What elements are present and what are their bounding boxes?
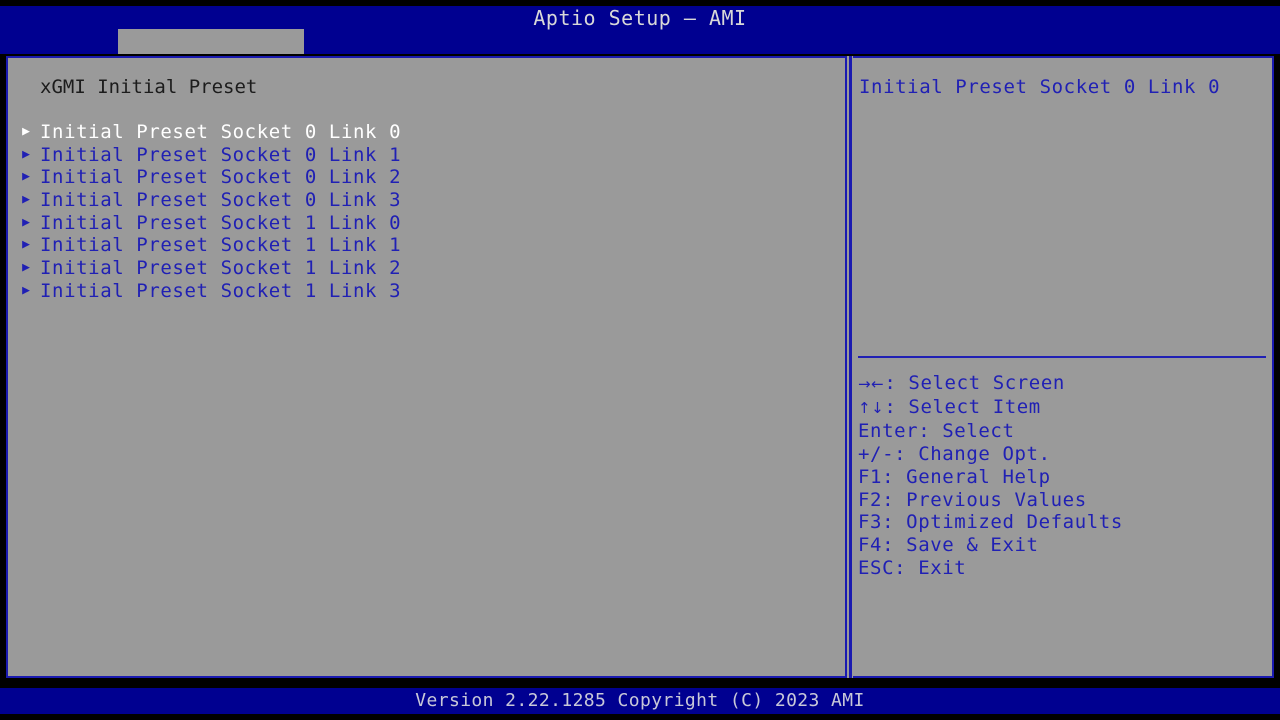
key-legend-list: →←: Select Screen ↑↓: Select Item Enter: S…	[858, 372, 1268, 580]
submenu-arrow-icon: ▶	[22, 169, 30, 185]
menu-item-socket-link[interactable]: ▶ Initial Preset Socket 1 Link 0	[12, 212, 832, 235]
submenu-arrow-icon: ▶	[22, 260, 30, 276]
key-legend-label: : Select Item	[884, 395, 1041, 418]
key-legend-label: Enter: Select	[858, 419, 1015, 442]
key-legend-item: ↑↓: Select Item	[858, 396, 1268, 420]
key-legend-item: F3: Optimized Defaults	[858, 511, 1268, 534]
menu-item-label: Initial Preset Socket 0 Link 1	[40, 143, 402, 166]
key-legend-item: Enter: Select	[858, 420, 1268, 443]
menu-item-socket-link[interactable]: ▶ Initial Preset Socket 0 Link 0	[12, 121, 832, 144]
menu-item-label: Initial Preset Socket 0 Link 2	[40, 166, 402, 189]
key-legend-item: +/-: Change Opt.	[858, 443, 1268, 466]
footer-version-text: Version 2.22.1285 Copyright (C) 2023 AMI	[415, 690, 865, 711]
key-legend-label: F2: Previous Values	[858, 488, 1087, 511]
menu-item-label: Initial Preset Socket 1 Link 3	[40, 279, 402, 302]
menu-item-socket-link[interactable]: ▶ Initial Preset Socket 1 Link 1	[12, 234, 832, 257]
key-legend-label: ESC: Exit	[858, 557, 967, 580]
submenu-arrow-icon: ▶	[22, 124, 30, 139]
key-legend-label: F4: Save & Exit	[858, 534, 1039, 557]
arrow-keys-icon: ↑↓	[858, 398, 885, 417]
key-legend-item: F4: Save & Exit	[858, 534, 1268, 557]
tab-strip: Advanced	[0, 29, 1280, 77]
menu-item-socket-link[interactable]: ▶ Initial Preset Socket 0 Link 1	[12, 144, 832, 167]
submenu-arrow-icon: ▶	[22, 146, 30, 162]
menu-item-label: Initial Preset Socket 0 Link 0	[40, 121, 402, 143]
submenu-arrow-icon: ▶	[22, 237, 30, 253]
menu-item-label: Initial Preset Socket 1 Link 0	[40, 211, 402, 234]
settings-menu-list: ▶ Initial Preset Socket 0 Link 0 ▶ Initial …	[12, 121, 832, 303]
menu-item-socket-link[interactable]: ▶ Initial Preset Socket 1 Link 2	[12, 257, 832, 280]
bios-setup-screen: Aptio Setup – AMI Advanced xGMI Initial …	[0, 0, 1280, 720]
key-legend-label: F1: General Help	[858, 465, 1051, 488]
help-divider	[858, 356, 1266, 358]
help-panel	[853, 56, 1274, 678]
submenu-arrow-icon: ▶	[22, 214, 30, 230]
help-description: Initial Preset Socket 0 Link 0	[859, 76, 1221, 98]
menu-item-socket-link[interactable]: ▶ Initial Preset Socket 0 Link 3	[12, 189, 832, 212]
app-title: Aptio Setup – AMI	[533, 6, 747, 30]
menu-item-socket-link[interactable]: ▶ Initial Preset Socket 1 Link 3	[12, 280, 832, 303]
key-legend-label: : Select Screen	[884, 372, 1065, 394]
menu-item-label: Initial Preset Socket 1 Link 1	[40, 234, 402, 257]
key-legend-item: ESC: Exit	[858, 557, 1268, 580]
submenu-arrow-icon: ▶	[22, 282, 30, 298]
bottom-black-bar	[0, 714, 1280, 720]
menu-item-label: Initial Preset Socket 0 Link 3	[40, 189, 402, 212]
key-legend-item: F1: General Help	[858, 466, 1268, 489]
tab-advanced[interactable]: Advanced	[118, 29, 305, 77]
submenu-arrow-icon: ▶	[22, 192, 30, 208]
page-title: xGMI Initial Preset	[40, 76, 258, 98]
key-legend-label: F3: Optimized Defaults	[858, 511, 1123, 534]
arrow-keys-icon: →←	[858, 375, 885, 393]
key-legend-item: F2: Previous Values	[858, 489, 1268, 512]
key-legend-label: +/-: Change Opt.	[858, 442, 1051, 465]
menu-item-label: Initial Preset Socket 1 Link 2	[40, 257, 402, 280]
menu-item-socket-link[interactable]: ▶ Initial Preset Socket 0 Link 2	[12, 166, 832, 189]
key-legend-item: →←: Select Screen	[858, 372, 1268, 396]
